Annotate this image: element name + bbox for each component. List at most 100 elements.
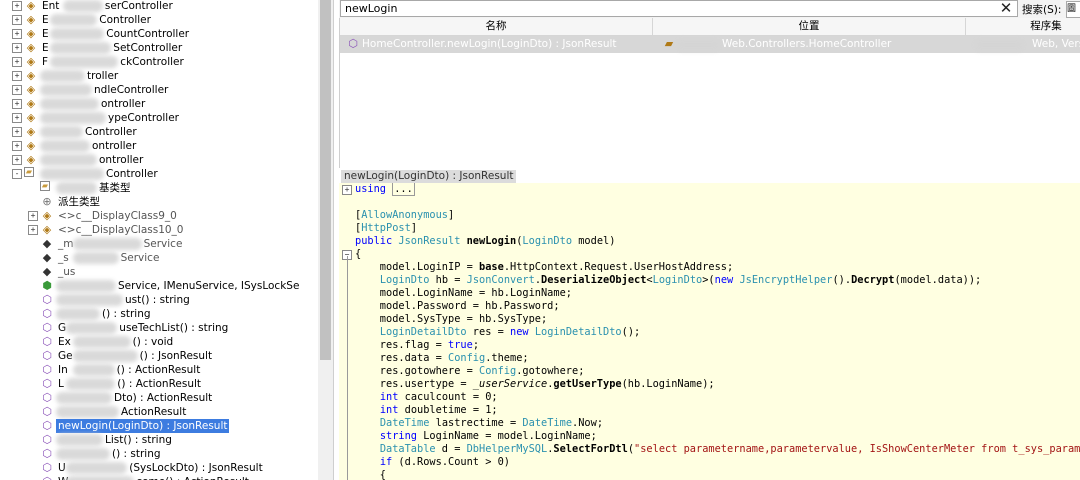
expand-icon[interactable]: +	[12, 29, 22, 39]
expand-icon[interactable]: +	[12, 15, 22, 25]
method-icon: ⬡	[42, 405, 52, 418]
expand-icon[interactable]: +	[12, 127, 22, 137]
tree-node-label: ontroller	[99, 154, 144, 166]
tree-node-label: List() : string	[105, 434, 172, 446]
tree-node[interactable]: + ◈ FckController	[0, 55, 318, 69]
tree-node-label: E	[42, 42, 49, 54]
code-line: res.flag = true;	[355, 339, 480, 351]
expand-icon[interactable]: +	[342, 185, 352, 195]
tree-node-label: <>c__DisplayClass10_0	[58, 224, 184, 236]
code-line: {	[355, 248, 362, 260]
tree-node-label: serController	[104, 0, 173, 12]
tree-node-label-selected: newLogin(LoginDto) : JsonResult	[56, 419, 230, 433]
tree-node[interactable]: ◆ _s Service	[0, 251, 318, 265]
tree-node[interactable]: - ▰ Controller	[0, 167, 318, 181]
tree-node[interactable]: ◆ _m Service	[0, 237, 318, 251]
expand-icon[interactable]: +	[12, 57, 22, 67]
tree-node-label: 基类型	[99, 182, 131, 194]
tree-node[interactable]: ⬡ ActionResult	[0, 405, 318, 419]
column-header-name[interactable]: 名称	[340, 18, 653, 36]
tree-node[interactable]: + ◈ E Controller	[0, 13, 318, 27]
tree-node[interactable]: + ◈ E SetController	[0, 41, 318, 55]
tree-node[interactable]: ⬡Wcome() : ActionResult	[0, 475, 318, 480]
tree-node-label: _s	[58, 252, 69, 264]
tree-node[interactable]: + ◈ <>c__DisplayClass10_0	[0, 223, 318, 237]
search-scope-dropdown[interactable]: 圖	[1066, 1, 1080, 18]
tree-node[interactable]: + ◈ ontroller	[0, 153, 318, 167]
method-icon: ⬡	[42, 307, 52, 320]
tree-node[interactable]: + ◈ ontroller	[0, 139, 318, 153]
column-header-location[interactable]: 位置	[653, 18, 966, 36]
result-row[interactable]: ⬡ HomeController.newLogin(LoginDto) : Js…	[340, 36, 1080, 53]
code-tab-title[interactable]: newLogin(LoginDto) : JsonResult	[341, 170, 517, 183]
tree-node[interactable]: + ◈ E CountController	[0, 27, 318, 41]
redacted-text	[50, 14, 98, 26]
method-icon: ⬡	[348, 37, 358, 50]
method-icon: ⬡	[42, 461, 52, 474]
collapse-icon[interactable]: -	[12, 169, 22, 179]
tree-node[interactable]: ⬡ Ex () : void	[0, 335, 318, 349]
redacted-text	[40, 98, 99, 110]
tree-scrollbar-thumb[interactable]	[320, 0, 331, 360]
class-icon: ◈	[26, 125, 36, 138]
expand-icon[interactable]: +	[12, 1, 22, 11]
tree-node-label: Service	[120, 252, 160, 264]
tree-node[interactable]: ⬡ In () : ActionResult	[0, 363, 318, 377]
expand-icon[interactable]: +	[12, 99, 22, 109]
tree-node-label: Controller	[106, 168, 158, 180]
tree-node[interactable]: ⬢ Service, IMenuService, ISysLockSe	[0, 279, 318, 293]
tree-node[interactable]: ⬡ U (SysLockDto) : JsonResult	[0, 461, 318, 475]
decompiled-code[interactable]: using ... [AllowAnonymous] [HttpPost] publi…	[339, 183, 1080, 480]
tree-node[interactable]: ⬡ () : string	[0, 307, 318, 321]
expand-icon[interactable]: +	[12, 113, 22, 123]
tree-node-label: CountController	[106, 28, 190, 40]
redacted-text	[56, 294, 123, 306]
tree-node-label: Controller	[85, 126, 137, 138]
tree-node-label: E	[42, 14, 49, 26]
method-icon: ⬡	[42, 447, 52, 460]
tree-node[interactable]: + ◈ Ent serController	[0, 0, 318, 13]
expand-icon[interactable]: +	[12, 141, 22, 151]
tree-node[interactable]: ⬡ GuseTechList() : string	[0, 321, 318, 335]
tree-node[interactable]: ▰ 基类型	[0, 181, 318, 195]
tree-node[interactable]: ⬡ Ge () : JsonResult	[0, 349, 318, 363]
field-icon: ◆	[42, 237, 52, 250]
code-line: if (d.Rows.Count > 0)	[379, 456, 511, 468]
expand-icon[interactable]: +	[12, 155, 22, 165]
tree-node[interactable]: ⬡ List() : string	[0, 433, 318, 447]
expand-icon[interactable]: +	[12, 85, 22, 95]
expand-icon[interactable]: +	[28, 225, 38, 235]
tree-node[interactable]: + ◈ troller	[0, 69, 318, 83]
tree-node[interactable]: ⬡ Dto) : ActionResult	[0, 391, 318, 405]
clear-search-icon[interactable]: ✕	[997, 0, 1015, 17]
assembly-tree[interactable]: + ◈ Ent serController + ◈ E Controller + ◈ E CountC…	[0, 0, 334, 480]
tree-node[interactable]: ⬡ newLogin(LoginDto) : JsonResult	[0, 419, 318, 433]
tree-node-label: ust() : string	[125, 294, 190, 306]
ilspy-window: + ◈ Ent serController + ◈ E Controller + ◈ E CountC…	[0, 0, 1080, 480]
expand-icon[interactable]: +	[12, 43, 22, 53]
tree-node[interactable]: ◆ _us	[0, 265, 318, 279]
expand-icon[interactable]: +	[12, 71, 22, 81]
redacted-text	[40, 126, 83, 138]
field-icon: ◆	[42, 251, 52, 264]
tree-node[interactable]: ⬡ ust() : string	[0, 293, 318, 307]
tree-node[interactable]: + ◈ ontroller	[0, 97, 318, 111]
method-icon: ⬡	[42, 349, 52, 362]
redacted-text	[40, 112, 106, 124]
tree-node[interactable]: ⬡ () : string	[0, 447, 318, 461]
interface-icon: ⬢	[42, 279, 52, 292]
expand-icon[interactable]: +	[28, 211, 38, 221]
tree-node-label: Service	[143, 238, 183, 250]
tree-node-label: () : void	[132, 336, 174, 348]
tree-node[interactable]: + ◈ <>c__DisplayClass9_0	[0, 209, 318, 223]
method-icon: ⬡	[40, 475, 54, 480]
search-input[interactable]	[340, 0, 1018, 17]
tree-node[interactable]: + ◈ ypeController	[0, 111, 318, 125]
tree-node[interactable]: + ◈ ndleController	[0, 83, 318, 97]
tree-node[interactable]: ⬡ L () : ActionResult	[0, 377, 318, 391]
tree-node-label: () : string	[102, 308, 151, 320]
code-line: LoginDto hb = JsonConvert.DeserializeObj…	[379, 274, 982, 286]
tree-node[interactable]: + ◈ Controller	[0, 125, 318, 139]
tree-node[interactable]: ⊕ 派生类型	[0, 195, 318, 209]
column-header-assembly[interactable]: 程序集	[966, 18, 1080, 36]
